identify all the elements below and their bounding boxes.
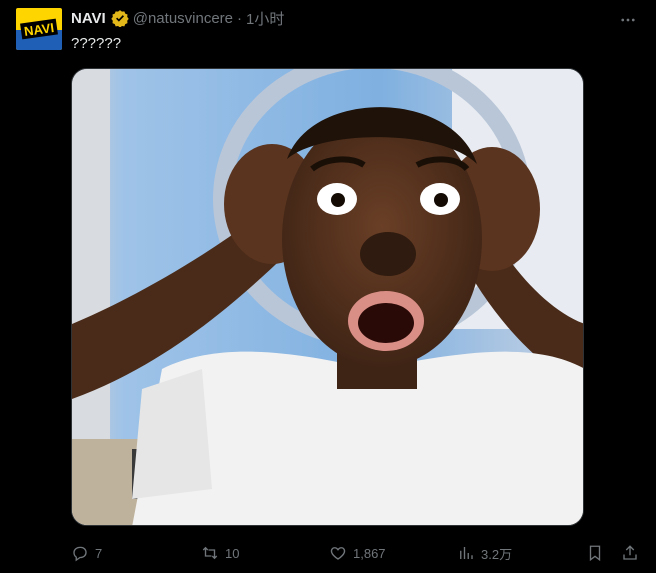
reply-icon [73, 546, 87, 562]
reply-button[interactable]: 7 [71, 541, 102, 565]
bookmark-icon [589, 545, 601, 562]
separator-dot: · [237, 9, 243, 27]
retweet-count: 10 [225, 545, 240, 561]
verified-badge-icon [111, 9, 129, 28]
views-chart-icon [460, 547, 473, 559]
like-button[interactable]: 1,867 [329, 541, 386, 565]
avatar[interactable]: NAVI [16, 8, 62, 50]
like-count: 1,867 [353, 545, 386, 561]
tweet-header: NAVI @natusvincere · 1小时 [71, 6, 284, 30]
tweet-media-image[interactable] [71, 68, 584, 526]
views-button[interactable]: 3.2万 [457, 541, 512, 565]
surprised-person-image [72, 69, 583, 525]
share-icon [623, 545, 637, 560]
tweet-text: ?????? [71, 35, 122, 52]
retweet-button[interactable]: 10 [201, 541, 239, 565]
author-handle[interactable]: @natusvincere [133, 10, 233, 27]
tweet-timestamp[interactable]: 1小时 [246, 8, 284, 29]
navi-logo-icon: NAVI [20, 18, 58, 40]
author-name[interactable]: NAVI [71, 10, 106, 27]
tweet-actions-bar: 7 10 1,867 3.2万 [71, 541, 642, 565]
more-icon[interactable] [618, 10, 638, 30]
heart-icon [330, 547, 346, 560]
retweet-icon [202, 546, 218, 560]
views-count: 3.2万 [481, 546, 513, 562]
bookmark-button[interactable] [586, 541, 604, 565]
reply-count: 7 [95, 545, 103, 561]
avatar-logo-text: NAVI [23, 20, 55, 39]
share-button[interactable] [621, 541, 639, 565]
